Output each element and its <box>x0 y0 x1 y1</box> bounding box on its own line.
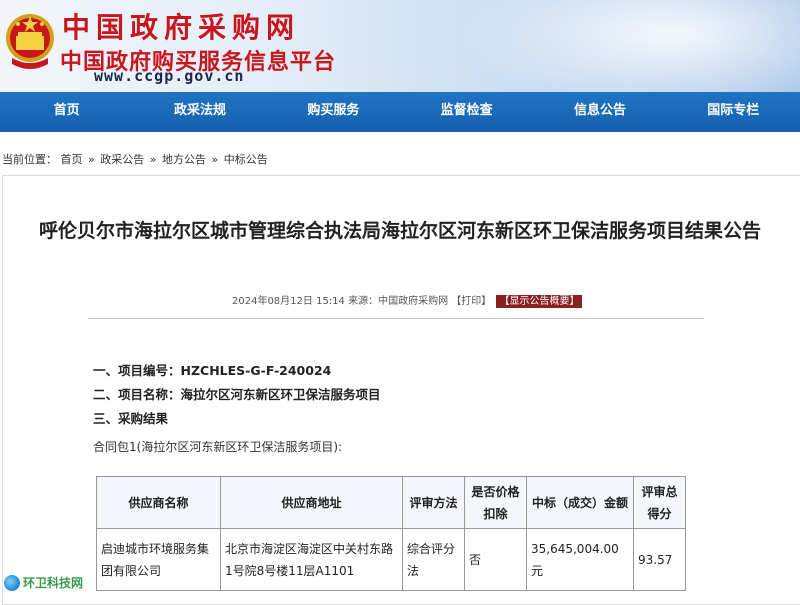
breadcrumb-local-notices[interactable]: 地方公告 <box>162 153 206 166</box>
result-table: 供应商名称 供应商地址 评审方法 是否价格扣除 中标（成交）金额 评审总得分 启… <box>96 476 686 591</box>
watermark-text: 环卫科技网 <box>23 576 84 590</box>
show-summary-button[interactable]: 【显示公告概要】 <box>496 295 583 308</box>
header-supplier-name: 供应商名称 <box>96 476 221 529</box>
project-number: 一、项目编号：HZCHLES-G-F-240024 <box>93 360 331 379</box>
breadcrumb-prefix: 当前位置： <box>2 153 57 166</box>
header-supplier-address: 供应商地址 <box>220 476 403 529</box>
national-emblem-icon <box>6 14 54 69</box>
project-number-value: HZCHLES-G-F-240024 <box>180 363 332 378</box>
sky-decoration <box>420 0 800 92</box>
procurement-result-heading: 三、采购结果 <box>93 408 168 427</box>
nav-item-supervision[interactable]: 监督检查 <box>400 92 533 132</box>
project-name: 二、项目名称：海拉尔区河东新区环卫保洁服务项目 <box>93 384 381 403</box>
breadcrumb-home[interactable]: 首页 <box>61 153 83 166</box>
breadcrumb-award-notices[interactable]: 中标公告 <box>224 153 268 166</box>
nav-item-announcements[interactable]: 信息公告 <box>533 92 666 132</box>
breadcrumb: 当前位置： 首页 » 政采公告 » 地方公告 » 中标公告 <box>2 151 268 167</box>
watermark: 环卫科技网 <box>4 574 83 591</box>
article-source: 来源：中国政府采购网 <box>348 296 449 307</box>
main-nav: 首页 政采法规 购买服务 监督检查 信息公告 国际专栏 <box>0 92 800 132</box>
table-header-row: 供应商名称 供应商地址 评审方法 是否价格扣除 中标（成交）金额 评审总得分 <box>96 476 686 529</box>
divider <box>88 318 704 319</box>
header-price-deduction: 是否价格扣除 <box>464 476 527 529</box>
header-total-score: 评审总得分 <box>633 476 686 529</box>
cell-review-method: 综合评分法 <box>402 528 465 591</box>
breadcrumb-separator: » <box>149 153 157 166</box>
print-link[interactable]: 【打印】 <box>451 296 491 307</box>
site-url[interactable]: www.ccgp.gov.cn <box>94 67 244 85</box>
project-number-label: 一、项目编号： <box>93 363 181 378</box>
breadcrumb-procurement-notices[interactable]: 政采公告 <box>100 153 144 166</box>
cell-total-score: 93.57 <box>633 528 686 591</box>
package-line: 合同包1(海拉尔区河东新区环卫保洁服务项目): <box>93 440 343 454</box>
article-meta: 2024年08月12日 15:14 来源：中国政府采购网 【打印】 【显示公告概… <box>232 292 583 308</box>
site-header: 中国政府采购网 中国政府购买服务信息平台 www.ccgp.gov.cn <box>0 0 800 92</box>
page-title: 呼伦贝尔市海拉尔区城市管理综合执法局海拉尔区河东新区环卫保洁服务项目结果公告 <box>38 220 761 242</box>
project-name-value: 海拉尔区河东新区环卫保洁服务项目 <box>180 387 381 402</box>
cell-price-deduction: 否 <box>464 528 527 591</box>
breadcrumb-separator: » <box>88 153 95 166</box>
site-title[interactable]: 中国政府采购网 <box>62 6 300 46</box>
breadcrumb-separator: » <box>211 153 219 166</box>
cell-supplier-address: 北京市海淀区海淀区中关村东路1号院8号楼11层A1101 <box>220 528 403 591</box>
nav-item-home[interactable]: 首页 <box>0 92 133 132</box>
nav-item-international[interactable]: 国际专栏 <box>667 92 800 132</box>
publish-date: 2024年08月12日 15:14 <box>232 296 345 307</box>
watermark-logo-icon <box>4 574 20 591</box>
procurement-result-label: 三、采购结果 <box>93 411 169 426</box>
project-name-label: 二、项目名称： <box>93 387 181 402</box>
cell-supplier-name: 启迪城市环境服务集团有限公司 <box>96 528 221 591</box>
header-award-amount: 中标（成交）金额 <box>526 476 634 529</box>
table-row: 启迪城市环境服务集团有限公司 北京市海淀区海淀区中关村东路1号院8号楼11层A1… <box>96 528 686 591</box>
header-review-method: 评审方法 <box>402 476 465 529</box>
cell-award-amount: 35,645,004.00元 <box>526 528 634 591</box>
nav-item-purchase-services[interactable]: 购买服务 <box>267 92 400 132</box>
nav-item-regulations[interactable]: 政采法规 <box>133 92 266 132</box>
